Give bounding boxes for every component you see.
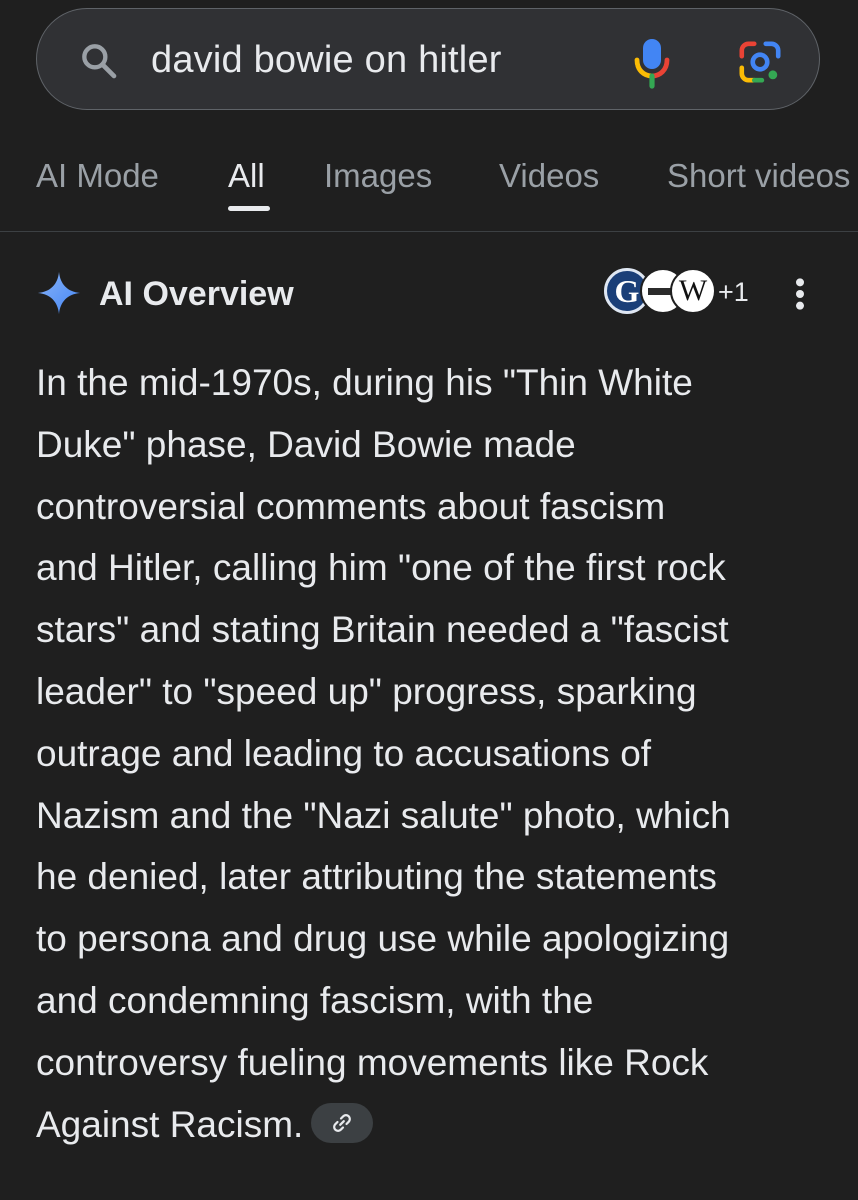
search-input[interactable]: david bowie on hitler [151,36,502,84]
overview-line: Against Racism. [36,1103,304,1145]
more-options-icon[interactable] [785,274,815,314]
ai-overview-text: In the mid-1970s, during his "Thin White… [36,352,826,1155]
gemini-spark-icon [37,271,81,315]
extra-sources-count: +1 [718,277,749,307]
overview-line: Nazism and the "Nazi salute" photo, whic… [36,794,731,836]
ai-overview-title: AI Overview [99,275,294,313]
microphone-icon[interactable] [632,37,672,89]
google-lens-icon[interactable] [737,39,783,85]
overview-line: leader" to "speed up" progress, sparking [36,670,697,712]
overview-line: outrage and leading to accusations of [36,732,652,774]
active-tab-indicator [228,206,270,211]
overview-line: controversy fueling movements like Rock [36,1041,709,1083]
search-bar[interactable]: david bowie on hitler [36,8,820,110]
tab-images[interactable]: Images [324,156,432,196]
search-tabs: AI Mode All Images Videos Short videos [0,140,858,232]
overview-line: and condemning fascism, with the [36,979,594,1021]
overview-line: and Hitler, calling him "one of the firs… [36,547,726,589]
tab-all[interactable]: All [228,156,265,196]
link-icon [333,1113,352,1132]
overview-line: In the mid-1970s, during his "Thin White [36,362,693,403]
tab-videos[interactable]: Videos [499,156,599,196]
overview-line: Duke" phase, David Bowie made [36,423,576,465]
wikipedia-favicon: W [670,268,716,314]
tab-ai-mode[interactable]: AI Mode [36,156,159,196]
search-icon [82,44,117,79]
overview-last-line: Against Racism. [36,1094,826,1156]
source-link-button[interactable] [311,1102,374,1143]
ai-overview-header: AI Overview G W +1 [0,262,858,326]
tab-short-videos[interactable]: Short videos [667,156,850,196]
overview-line: stars" and stating Britain needed a "fas… [36,609,729,651]
overview-line: to persona and drug use while apologizin… [36,918,730,960]
overview-line: he denied, later attributing the stateme… [36,856,717,898]
overview-line: controversial comments about fascism [36,485,666,527]
